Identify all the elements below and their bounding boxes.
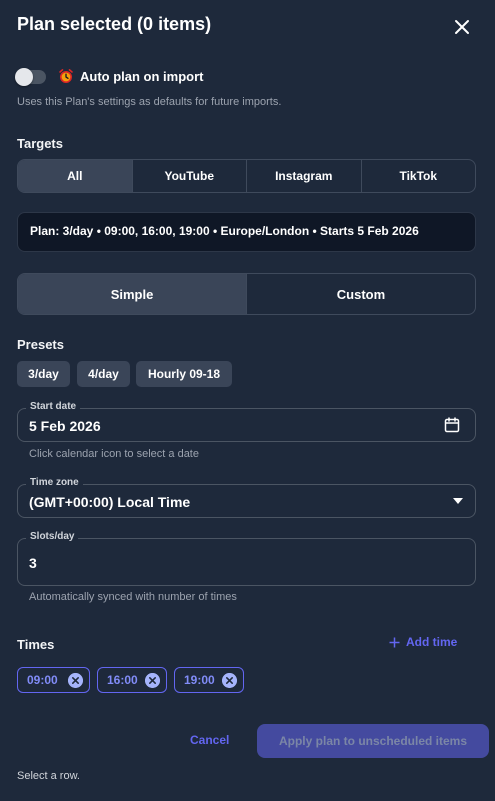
mode-segmented: Simple Custom [17, 273, 476, 315]
target-all[interactable]: All [18, 160, 132, 192]
time-zone-value: (GMT+00:00) Local Time [29, 494, 191, 510]
start-date-helper: Click calendar icon to select a date [29, 448, 199, 460]
targets-label: Targets [17, 136, 63, 151]
times-label: Times [17, 637, 55, 652]
start-date-value: 5 Feb 2026 [29, 418, 101, 434]
target-tiktok[interactable]: TikTok [360, 160, 476, 192]
time-chip-label: 16:00 [107, 673, 138, 687]
auto-plan-toggle[interactable] [15, 68, 46, 86]
remove-time-icon[interactable] [68, 673, 83, 688]
plan-panel: Plan selected (0 items) Auto plan on imp… [0, 0, 495, 801]
toggle-knob [15, 68, 33, 86]
add-time-label: Add time [406, 635, 458, 649]
time-chip: 16:00 [97, 667, 167, 693]
remove-time-icon[interactable] [145, 673, 160, 688]
auto-plan-help: Uses this Plan's settings as defaults fo… [17, 96, 282, 108]
target-instagram[interactable]: Instagram [246, 160, 361, 192]
time-zone-select[interactable]: Time zone (GMT+00:00) Local Time [17, 477, 476, 518]
time-chip: 19:00 [174, 667, 244, 693]
plus-icon [389, 637, 400, 647]
add-time-button[interactable]: Add time [389, 635, 457, 649]
close-button[interactable] [450, 15, 474, 39]
presets-label: Presets [17, 337, 64, 352]
auto-plan-label: Auto plan on import [80, 69, 204, 84]
remove-time-icon[interactable] [222, 673, 237, 688]
target-youtube[interactable]: YouTube [131, 160, 247, 192]
preset-3-day[interactable]: 3/day [17, 361, 70, 387]
mode-custom[interactable]: Custom [246, 274, 475, 314]
alarm-clock-icon [59, 69, 73, 83]
start-date-field[interactable]: Start date 5 Feb 2026 [17, 401, 476, 442]
time-zone-label: Time zone [26, 477, 83, 488]
slots-label: Slots/day [26, 531, 79, 542]
mode-simple[interactable]: Simple [18, 274, 246, 314]
slots-helper: Automatically synced with number of time… [29, 591, 237, 603]
targets-segmented: All YouTube Instagram TikTok [17, 159, 476, 193]
slots-value: 3 [29, 555, 37, 571]
close-icon [455, 20, 469, 34]
slots-per-day-input[interactable]: Slots/day 3 [17, 531, 476, 586]
chevron-down-icon [453, 498, 463, 504]
preset-4-day[interactable]: 4/day [77, 361, 130, 387]
time-chip: 09:00 [17, 667, 90, 693]
calendar-icon[interactable] [444, 417, 460, 433]
cancel-button[interactable]: Cancel [190, 733, 229, 747]
preset-hourly[interactable]: Hourly 09-18 [136, 361, 232, 387]
panel-title: Plan selected (0 items) [17, 14, 212, 34]
time-chip-label: 19:00 [184, 673, 215, 687]
time-chip-label: 09:00 [27, 673, 58, 687]
status-text: Select a row. [17, 770, 80, 782]
apply-plan-button[interactable]: Apply plan to unscheduled items [257, 724, 489, 758]
start-date-label: Start date [26, 401, 81, 412]
plan-summary: Plan: 3/day • 09:00, 16:00, 19:00 • Euro… [17, 212, 476, 252]
